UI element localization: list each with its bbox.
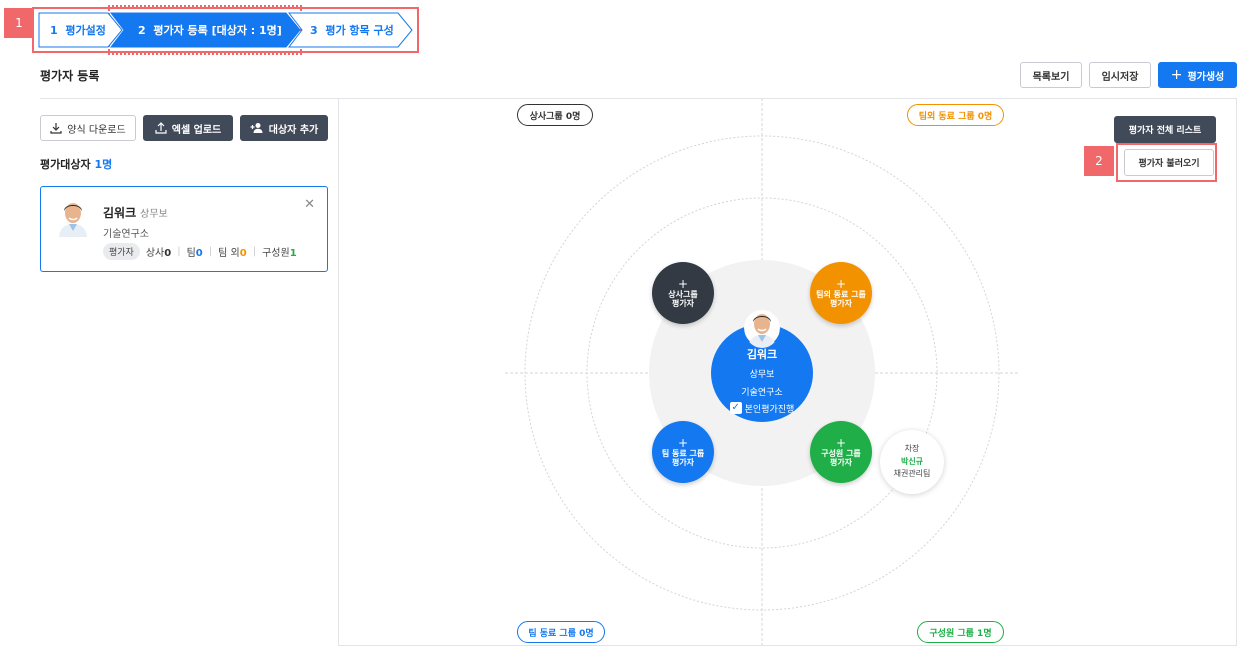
superior-node-line2: 평가자 — [671, 299, 695, 308]
add-superior-evaluator-node[interactable]: + 상사그룹 평가자 — [652, 262, 714, 324]
member-name: 박신규 — [900, 456, 924, 466]
temp-save-button[interactable]: 임시저장 — [1089, 62, 1151, 88]
target-count-label: 평가대상자 1명 — [40, 156, 112, 172]
add-member-evaluator-node[interactable]: + 구성원 그룹 평가자 — [810, 421, 872, 483]
page-title: 평가자 등록 — [40, 69, 100, 83]
target-name: 김워크 상무보 — [103, 204, 168, 221]
step-2-num: 2 — [138, 24, 146, 37]
upload-icon — [155, 122, 167, 134]
target-name-text: 김워크 — [103, 206, 137, 220]
temp-save-label: 임시저장 — [1101, 71, 1139, 83]
step-2-label: 평가자 등록 [대상자 : 1명] — [153, 24, 282, 37]
target-rank: 상무보 — [140, 209, 168, 220]
excel-upload-button[interactable]: 엑셀 업로드 — [143, 115, 233, 141]
stat-superior: 상사0 — [146, 244, 171, 259]
download-template-button[interactable]: 양식 다운로드 — [40, 115, 136, 141]
outside-node-line1: 팀외 동료 그룹 — [816, 289, 866, 299]
target-label-text: 평가대상자 — [40, 158, 91, 171]
download-template-label: 양식 다운로드 — [67, 124, 126, 136]
stat-member: 구성원1 — [262, 244, 297, 259]
stat-member-value: 1 — [289, 248, 297, 259]
plus-icon: + — [677, 435, 689, 450]
member-dept: 채권관리팀 — [893, 469, 931, 479]
stat-outside-label: 팀 외 — [218, 248, 240, 259]
step-3-num: 3 — [310, 24, 318, 37]
outside-group-tag: 팀외 동료 그룹 0명 — [907, 104, 1004, 126]
list-view-label: 목록보기 — [1032, 71, 1070, 83]
annotation-marker-2: 2 — [1084, 146, 1114, 176]
add-target-button[interactable]: 대상자 추가 — [240, 115, 328, 141]
evaluator-diagram: 상사그룹 0명 팀외 동료 그룹 0명 팀 동료 그룹 0명 구성원 그룹 1명… — [339, 99, 1236, 645]
member-node-line1: 구성원 그룹 — [821, 448, 861, 458]
plus-icon: + — [677, 276, 689, 291]
role-pill: 평가자 — [103, 243, 140, 260]
step-1-label: 평가설정 — [65, 24, 106, 37]
stat-team-value: 0 — [195, 248, 203, 259]
add-team-evaluator-node[interactable]: + 팀 동료 그룹 평가자 — [652, 421, 714, 483]
add-user-icon — [250, 123, 263, 133]
center-avatar — [744, 308, 780, 348]
all-evaluators-list-button[interactable]: 평가자 전체 리스트 — [1114, 116, 1216, 143]
member-rank: 차장 — [904, 443, 920, 453]
target-card[interactable]: 김워크 상무보 기술연구소 평가자 상사0 | 팀0 | 팀 외0 | 구성원1 … — [40, 186, 328, 272]
outside-node-line2: 평가자 — [829, 299, 853, 308]
stat-separator: | — [252, 246, 257, 257]
member-group-tag: 구성원 그룹 1명 — [917, 621, 1004, 643]
checkbox-checked-icon: ✓ — [729, 402, 742, 414]
target-count: 1명 — [94, 158, 113, 171]
all-evaluators-list-label: 평가자 전체 리스트 — [1128, 126, 1202, 136]
step-2[interactable]: 2 평가자 등록 [대상자 : 1명] — [110, 12, 302, 48]
plus-icon: + — [1170, 67, 1183, 83]
member-node-line2: 평가자 — [829, 458, 853, 467]
step-3-label: 평가 항목 구성 — [325, 24, 394, 37]
plus-icon: + — [835, 435, 847, 450]
self-evaluation-checkbox[interactable]: ✓ 본인평가진행 — [729, 402, 795, 415]
add-target-label: 대상자 추가 — [268, 124, 319, 136]
stat-team-label: 팀 — [186, 248, 196, 259]
content-right-border — [1236, 98, 1237, 646]
stat-separator: | — [208, 246, 213, 257]
download-icon — [50, 123, 62, 134]
annotation-marker-1: 1 — [4, 8, 34, 38]
stat-team: 팀0 — [187, 244, 203, 259]
center-rank: 상무보 — [749, 369, 775, 380]
stat-outside-value: 0 — [239, 248, 247, 259]
team-node-line2: 평가자 — [671, 458, 695, 467]
team-group-tag: 팀 동료 그룹 0명 — [517, 621, 605, 643]
load-evaluators-button[interactable]: 평가자 불러오기 — [1124, 149, 1214, 176]
superior-group-tag: 상사그룹 0명 — [517, 104, 593, 126]
content-bottom-border — [339, 645, 1237, 646]
target-dept: 기술연구소 — [103, 229, 149, 240]
center-dept: 기술연구소 — [741, 387, 783, 398]
stat-outside: 팀 외0 — [218, 244, 247, 259]
stat-superior-value: 0 — [164, 248, 172, 259]
avatar — [55, 197, 91, 237]
excel-upload-label: 엑셀 업로드 — [171, 124, 222, 136]
load-evaluators-label: 평가자 불러오기 — [1138, 159, 1200, 169]
stat-separator: | — [177, 246, 181, 257]
step-3[interactable]: 3 평가 항목 구성 — [288, 12, 414, 48]
step-1-num: 1 — [50, 24, 58, 37]
create-evaluation-button[interactable]: + 평가생성 — [1158, 62, 1237, 88]
superior-node-line1: 상사그룹 — [668, 289, 698, 299]
close-icon[interactable]: ✕ — [304, 197, 315, 212]
list-view-button[interactable]: 목록보기 — [1020, 62, 1082, 88]
team-node-line1: 팀 동료 그룹 — [661, 448, 705, 458]
self-evaluation-label: 본인평가진행 — [744, 404, 795, 415]
add-outside-evaluator-node[interactable]: + 팀외 동료 그룹 평가자 — [810, 262, 872, 324]
stat-member-label: 구성원 — [262, 248, 290, 259]
target-stats: 평가자 상사0 | 팀0 | 팀 외0 | 구성원1 — [103, 243, 297, 260]
stat-superior-label: 상사 — [145, 248, 165, 259]
member-evaluator-node[interactable]: 차장 박신규 채권관리팀 — [880, 430, 944, 494]
create-evaluation-label: 평가생성 — [1187, 71, 1225, 83]
plus-icon: + — [835, 276, 847, 291]
